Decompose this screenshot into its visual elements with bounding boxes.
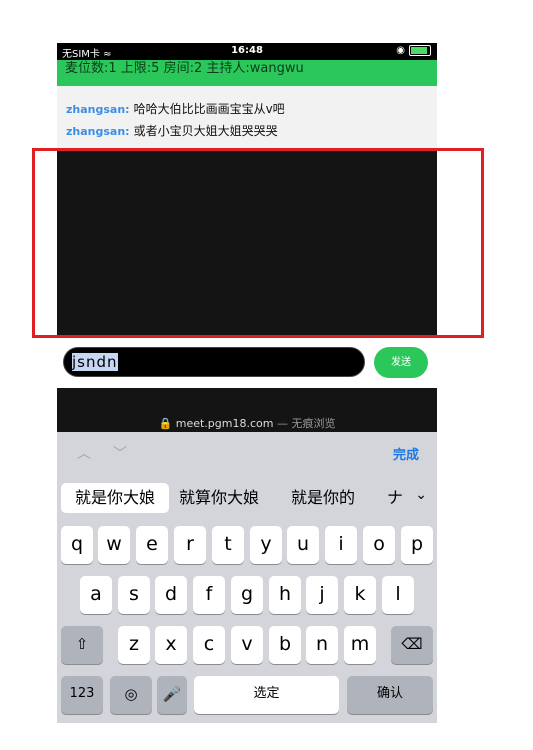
- suggestion-bar: 就是你大娘 就算你大娘 就是你的 ナ ⌄: [57, 473, 437, 519]
- microphone-icon: 🎤: [162, 685, 182, 703]
- key[interactable]: p: [401, 526, 433, 564]
- key[interactable]: s: [118, 576, 150, 614]
- key[interactable]: f: [193, 576, 225, 614]
- key[interactable]: e: [136, 526, 168, 564]
- chat-area: zhangsan: 哈哈大伯比比画画宝宝从v吧 zhangsan: 或者小宝贝大姐大…: [57, 86, 437, 150]
- suggestion-item[interactable]: 就算你大娘: [179, 483, 259, 513]
- previous-field-icon[interactable]: ︿: [77, 443, 91, 463]
- space-key[interactable]: 选定: [194, 676, 339, 714]
- battery-icon: [409, 45, 431, 56]
- input-row: jsndn 发送: [57, 338, 437, 388]
- chat-message: zhangsan: 哈哈大伯比比画画宝宝从v吧: [66, 100, 285, 117]
- backspace-icon: ⌫: [401, 635, 423, 653]
- message-input[interactable]: jsndn: [63, 347, 365, 377]
- numbers-key[interactable]: 123: [61, 676, 103, 714]
- key[interactable]: n: [306, 626, 338, 664]
- chat-username: zhangsan:: [66, 103, 130, 116]
- key[interactable]: x: [155, 626, 187, 664]
- key[interactable]: b: [269, 626, 301, 664]
- key[interactable]: l: [382, 576, 414, 614]
- phone-screen: 无SIM卡 ≈ 16:48 ◉ 麦位数:1 上限:5 房间:2 主持人:wang…: [57, 43, 437, 723]
- key[interactable]: q: [61, 526, 93, 564]
- key[interactable]: i: [325, 526, 357, 564]
- key[interactable]: y: [250, 526, 282, 564]
- suggestion-item[interactable]: 就是你的: [291, 483, 355, 513]
- key[interactable]: o: [363, 526, 395, 564]
- return-key[interactable]: 确认: [347, 676, 433, 714]
- suggestion-item[interactable]: ナ: [387, 483, 403, 513]
- chevron-down-icon[interactable]: ⌄: [415, 487, 427, 503]
- key[interactable]: v: [231, 626, 263, 664]
- send-button[interactable]: 发送: [374, 347, 428, 378]
- orientation-lock-icon: ◉: [396, 45, 405, 56]
- status-bar: 无SIM卡 ≈ 16:48 ◉: [57, 43, 437, 60]
- done-button[interactable]: 完成: [393, 444, 419, 463]
- key[interactable]: k: [344, 576, 376, 614]
- chat-text: 哈哈大伯比比画画宝宝从v吧: [133, 102, 285, 116]
- keyboard: q w e r t y u i o p a s d f g h j k l ⇧ …: [57, 519, 437, 723]
- input-value: jsndn: [72, 353, 118, 371]
- url-text: 🔒 meet.pgm18.com — 无痕浏览: [57, 415, 437, 431]
- key[interactable]: m: [344, 626, 376, 664]
- url-bar[interactable]: 🔒 meet.pgm18.com — 无痕浏览: [57, 388, 437, 432]
- key[interactable]: d: [155, 576, 187, 614]
- key[interactable]: r: [174, 526, 206, 564]
- next-field-icon[interactable]: ﹀: [113, 443, 127, 463]
- private-mode-label: 无痕浏览: [291, 417, 336, 430]
- key[interactable]: a: [80, 576, 112, 614]
- suggestion-item[interactable]: 就是你大娘: [61, 483, 169, 513]
- key[interactable]: j: [306, 576, 338, 614]
- dictation-key[interactable]: 🎤: [157, 676, 187, 714]
- key[interactable]: c: [193, 626, 225, 664]
- key[interactable]: h: [269, 576, 301, 614]
- url-domain: meet.pgm18.com: [175, 417, 274, 430]
- globe-icon: ◎: [124, 685, 138, 703]
- globe-key[interactable]: ◎: [110, 676, 152, 714]
- backspace-key[interactable]: ⌫: [391, 626, 433, 664]
- status-time: 16:48: [231, 45, 263, 56]
- chat-text: 或者小宝贝大姐大姐哭哭哭: [133, 124, 278, 138]
- shift-icon: ⇧: [75, 635, 89, 653]
- room-info-text: 麦位数:1 上限:5 房间:2 主持人:wangwu: [65, 61, 304, 76]
- url-separator: —: [276, 417, 288, 430]
- chat-username: zhangsan:: [66, 125, 130, 138]
- key[interactable]: t: [212, 526, 244, 564]
- lock-icon: 🔒: [158, 417, 173, 430]
- key[interactable]: g: [231, 576, 263, 614]
- keyboard-toolbar: ︿ ﹀ 完成: [57, 432, 437, 473]
- room-info-bar: 麦位数:1 上限:5 房间:2 主持人:wangwu: [57, 60, 437, 86]
- status-right: ◉: [396, 45, 431, 56]
- shift-key[interactable]: ⇧: [61, 626, 103, 664]
- key[interactable]: u: [287, 526, 319, 564]
- chat-message: zhangsan: 或者小宝贝大姐大姐哭哭哭: [66, 122, 278, 139]
- key[interactable]: z: [118, 626, 150, 664]
- highlight-box: [32, 148, 484, 338]
- key[interactable]: w: [98, 526, 130, 564]
